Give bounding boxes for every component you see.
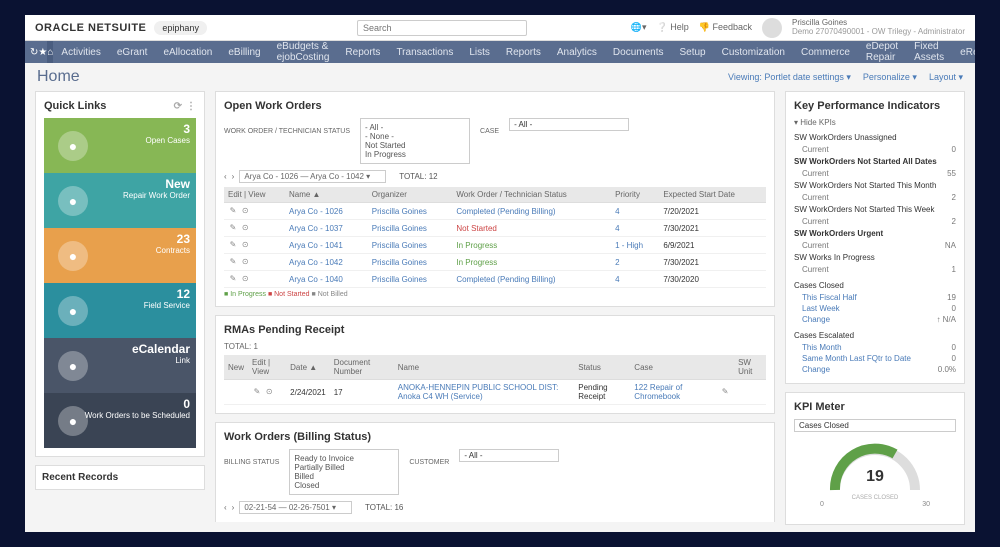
view-icon[interactable]: ⊙ bbox=[240, 257, 250, 267]
nav-item[interactable]: Setup bbox=[671, 41, 713, 63]
quick-link-tile[interactable]: ●NewRepair Work Order bbox=[44, 173, 196, 228]
nav-item[interactable]: Lists bbox=[461, 41, 498, 63]
nav-item[interactable]: eDepot Repair bbox=[858, 41, 906, 63]
layout-link[interactable]: Layout ▾ bbox=[929, 72, 963, 83]
tile-icon: ● bbox=[58, 131, 88, 161]
prev-page-icon[interactable]: ‹ bbox=[224, 172, 227, 181]
edit-icon[interactable]: ✎ bbox=[252, 387, 262, 397]
viewing-link[interactable]: Viewing: Portlet date settings ▾ bbox=[728, 72, 851, 83]
nav-item[interactable]: Transactions bbox=[388, 41, 461, 63]
table-row: ✎ ⊙Arya Co - 1042Priscilla GoinesIn Prog… bbox=[224, 254, 766, 271]
brand-logo: ORACLE NETSUITE bbox=[35, 22, 146, 34]
view-icon[interactable]: ⊙ bbox=[240, 240, 250, 250]
user-info: Priscilla Goines Demo 27070490001 - OW T… bbox=[792, 19, 965, 37]
billing-status-filter[interactable]: Ready to InvoicePartially BilledBilledCl… bbox=[289, 449, 399, 495]
nav-item[interactable]: Analytics bbox=[549, 41, 605, 63]
next-page-icon[interactable]: › bbox=[232, 172, 235, 181]
quick-links-portlet: Quick Links ⟳ ⋮ ●3Open Cases●NewRepair Wo… bbox=[35, 91, 205, 457]
status-filter[interactable]: - All -- None -Not StartedIn Progress bbox=[360, 118, 470, 164]
tile-icon: ● bbox=[58, 351, 88, 381]
nav-item[interactable]: Documents bbox=[605, 41, 672, 63]
work-orders-billing-portlet: Work Orders (Billing Status) BILLING STA… bbox=[215, 422, 775, 522]
next-page-icon[interactable]: › bbox=[232, 503, 235, 512]
brand-pill: epiphany bbox=[154, 21, 207, 35]
nav-item[interactable]: Fixed Assets bbox=[906, 41, 952, 63]
global-search-input[interactable] bbox=[357, 20, 527, 36]
quick-link-tile[interactable]: ●23Contracts bbox=[44, 228, 196, 283]
help-icon[interactable]: ❔ Help bbox=[657, 22, 689, 33]
nav-item[interactable]: Customization bbox=[714, 41, 793, 63]
nav-item[interactable]: Reports bbox=[337, 41, 388, 63]
personalize-link[interactable]: Personalize ▾ bbox=[863, 72, 917, 83]
recent-records-portlet: Recent Records bbox=[35, 465, 205, 490]
nav-item[interactable]: eBilling bbox=[220, 41, 268, 63]
open-work-orders-portlet: Open Work Orders WORK ORDER / TECHNICIAN… bbox=[215, 91, 775, 307]
legend: ■ In Progress ■ Not Started ■ Not Billed bbox=[224, 291, 766, 298]
table-row: ✎ ⊙Arya Co - 1041Priscilla GoinesIn Prog… bbox=[224, 237, 766, 254]
edit-icon[interactable]: ✎ bbox=[720, 387, 730, 397]
edit-icon[interactable]: ✎ bbox=[228, 223, 238, 233]
meter-select[interactable]: Cases Closed bbox=[794, 419, 956, 432]
globe-icon[interactable]: 🌐▾ bbox=[631, 22, 647, 33]
edit-icon[interactable]: ✎ bbox=[228, 240, 238, 250]
nav-item[interactable]: Commerce bbox=[793, 41, 858, 63]
menu-icon[interactable]: ⋮ bbox=[186, 101, 196, 112]
feedback-link[interactable]: 👎 Feedback bbox=[699, 22, 752, 33]
avatar[interactable] bbox=[762, 18, 782, 38]
view-icon[interactable]: ⊙ bbox=[240, 206, 250, 216]
tile-icon: ● bbox=[58, 241, 88, 271]
edit-icon[interactable]: ✎ bbox=[228, 206, 238, 216]
view-icon[interactable]: ⊙ bbox=[240, 223, 250, 233]
quick-link-tile[interactable]: ●12Field Service bbox=[44, 283, 196, 338]
main-nav: ↻ ★ ⌂ ActivitieseGranteAllocationeBillin… bbox=[25, 41, 975, 63]
page-title: Home bbox=[37, 68, 80, 86]
page-range[interactable]: 02-21-54 — 02-26-7501 ▾ bbox=[239, 501, 352, 514]
edit-icon[interactable]: ✎ bbox=[228, 257, 238, 267]
quick-link-tile[interactable]: ●0Work Orders to be Scheduled bbox=[44, 393, 196, 448]
quick-link-tile[interactable]: ●eCalendarLink bbox=[44, 338, 196, 393]
customer-filter[interactable]: - All - bbox=[459, 449, 559, 462]
table-row: ✎ ⊙ 2/24/202117 ANOKA-HENNEPIN PUBLIC SC… bbox=[224, 380, 766, 405]
table-row: ✎ ⊙Arya Co - 1040Priscilla GoinesComplet… bbox=[224, 271, 766, 288]
tile-icon: ● bbox=[58, 406, 88, 436]
quick-links-title: Quick Links bbox=[44, 100, 106, 112]
page-bar: Home Viewing: Portlet date settings ▾ Pe… bbox=[25, 63, 975, 91]
refresh-icon[interactable]: ⟳ bbox=[174, 101, 182, 112]
prev-page-icon[interactable]: ‹ bbox=[224, 503, 227, 512]
nav-item[interactable]: eAllocation bbox=[155, 41, 220, 63]
kpi-meter-portlet: KPI Meter Cases Closed 19 CASES CLOSED 0… bbox=[785, 392, 965, 525]
star-icon[interactable]: ★ bbox=[38, 41, 47, 63]
history-icon[interactable]: ↻ bbox=[30, 41, 38, 63]
hide-kpis-toggle[interactable]: ▾ Hide KPIs bbox=[794, 118, 956, 127]
gauge: 19 bbox=[825, 440, 925, 495]
view-icon[interactable]: ⊙ bbox=[240, 274, 250, 284]
edit-icon[interactable]: ✎ bbox=[228, 274, 238, 284]
nav-item[interactable]: Activities bbox=[53, 41, 108, 63]
kpi-portlet: Key Performance Indicators ▾ Hide KPIs S… bbox=[785, 91, 965, 384]
rma-portlet: RMAs Pending Receipt TOTAL: 1 NewEdit | … bbox=[215, 315, 775, 414]
view-icon[interactable]: ⊙ bbox=[264, 387, 274, 397]
nav-item[interactable]: Reports bbox=[498, 41, 549, 63]
nav-item[interactable]: eBudgets & ejobCosting bbox=[269, 41, 338, 63]
top-bar: ORACLE NETSUITE epiphany 🌐▾ ❔ Help 👎 Fee… bbox=[25, 15, 975, 41]
quick-link-tile[interactable]: ●3Open Cases bbox=[44, 118, 196, 173]
page-range[interactable]: Arya Co - 1026 — Arya Co - 1042 ▾ bbox=[239, 170, 386, 183]
tile-icon: ● bbox=[58, 186, 88, 216]
nav-item[interactable]: eReporting bbox=[952, 41, 975, 63]
case-filter[interactable]: - All - bbox=[509, 118, 629, 131]
tile-icon: ● bbox=[58, 296, 88, 326]
nav-item[interactable]: eGrant bbox=[109, 41, 156, 63]
table-row: ✎ ⊙Arya Co - 1037Priscilla GoinesNot Sta… bbox=[224, 220, 766, 237]
table-row: ✎ ⊙Arya Co - 1026Priscilla GoinesComplet… bbox=[224, 203, 766, 220]
